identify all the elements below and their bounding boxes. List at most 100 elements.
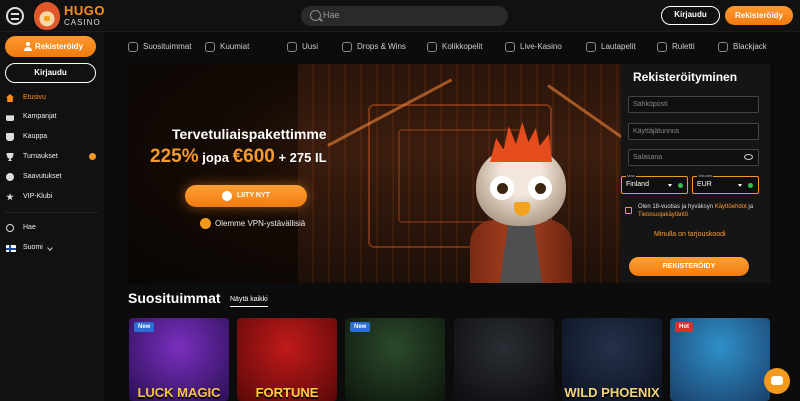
sidebar-item-achievements[interactable]: Saavutukset	[0, 168, 104, 186]
tab-popular[interactable]: Suosituimmat	[128, 37, 191, 57]
promo-code-link[interactable]: Minulla on tarjouskoodi	[654, 231, 726, 238]
currency-select[interactable]: Valuutta EUR	[692, 173, 759, 194]
offer-extra: + 275 IL	[274, 150, 327, 165]
game-tile[interactable]: Hot	[670, 318, 770, 401]
logo-bird-icon	[34, 2, 60, 30]
terms-checkbox[interactable]	[625, 207, 632, 214]
top-bar: HUGO CASINO Hae Kirjaudu Rekisteröidy	[0, 0, 800, 32]
registration-submit-button[interactable]: REKISTERÖIDY	[629, 257, 749, 276]
tab-roulette[interactable]: Ruletti	[657, 37, 695, 57]
finland-flag-icon	[6, 245, 16, 252]
sidebar-item-label: Etusivu	[23, 94, 46, 101]
password-field[interactable]: Salasana	[628, 149, 759, 166]
mascot-eye	[490, 176, 514, 200]
game-tile[interactable]: FORTUNE	[237, 318, 337, 401]
logo-subtext: CASINO	[64, 18, 101, 27]
user-icon	[222, 191, 232, 201]
tab-drops-wins[interactable]: Drops & Wins	[342, 37, 406, 57]
tab-blackjack[interactable]: Blackjack	[718, 37, 767, 57]
join-now-label: LIITY NYT	[237, 192, 270, 199]
sidebar-item-vip[interactable]: VIP-Klubi	[0, 188, 104, 206]
tab-label: Ruletti	[672, 42, 695, 51]
tab-hot[interactable]: Kuumiat	[205, 37, 249, 57]
slots-icon	[427, 42, 437, 52]
sidebar-register-button[interactable]: Rekisteröidy	[5, 36, 96, 57]
vip-icon	[6, 193, 14, 201]
view-all-link[interactable]: Näytä kaikki	[230, 296, 268, 307]
logo[interactable]: HUGO CASINO	[34, 2, 105, 30]
country-select[interactable]: Maa Finland	[621, 173, 688, 194]
tab-table-games[interactable]: Lautapelit	[586, 37, 636, 57]
game-title: LUCK MAGIC	[137, 385, 221, 400]
sidebar-item-home[interactable]: Etusivu	[0, 89, 104, 107]
login-button[interactable]: Kirjaudu	[661, 6, 720, 25]
valid-status-icon	[748, 183, 753, 188]
tab-slots[interactable]: Kolikkopelit	[427, 37, 482, 57]
country-label: Maa	[626, 173, 636, 178]
sidebar-item-label: Kauppa	[23, 133, 48, 140]
currency-label: Valuutta	[697, 173, 714, 178]
chat-icon[interactable]	[764, 368, 790, 394]
notification-dot	[89, 153, 96, 160]
tab-label: Live-Kasino	[520, 42, 562, 51]
eye-icon[interactable]	[744, 154, 753, 160]
username-field[interactable]: Käyttäjätunnus	[628, 123, 759, 140]
tab-label: Lautapelit	[601, 42, 636, 51]
hot-badge: Hot	[675, 322, 693, 332]
tab-label: Suosituimmat	[143, 42, 192, 51]
sidebar-item-promotions[interactable]: Kampanjat	[0, 108, 104, 126]
roulette-icon	[657, 42, 667, 52]
terms-link[interactable]: Käyttöehdot	[715, 204, 747, 210]
popular-icon	[128, 42, 138, 52]
sidebar-item-label: Turnaukset	[23, 153, 58, 160]
tab-label: Kuumiat	[220, 42, 250, 51]
game-title: WILD PHOENIX	[564, 385, 660, 400]
sidebar-item-search[interactable]: Hae	[0, 219, 104, 237]
drops-icon	[342, 42, 352, 52]
new-badge: New	[350, 322, 371, 332]
offer-percent: 225%	[150, 146, 199, 167]
game-tile[interactable]	[454, 318, 554, 401]
menu-toggle-icon[interactable]	[6, 7, 24, 25]
search-icon	[6, 224, 14, 232]
chevron-down-icon	[47, 245, 53, 251]
hero-banner[interactable]: Tervetuliaispakettimme 225% jopa €600 + …	[128, 64, 621, 283]
sidebar-item-tournaments[interactable]: Turnaukset	[0, 148, 104, 166]
fire-icon	[205, 42, 215, 52]
valid-status-icon	[678, 183, 683, 188]
sidebar-item-shop[interactable]: Kauppa	[0, 128, 104, 146]
offer-amount: €600	[232, 146, 275, 167]
mascot-beak	[514, 202, 530, 216]
sidebar-login-button[interactable]: Kirjaudu	[5, 63, 96, 83]
logo-text: HUGO	[64, 3, 105, 18]
mascot-eye	[528, 176, 552, 200]
popular-section-title: Suosituimmat	[128, 290, 221, 306]
sidebar-item-label: Kampanjat	[23, 113, 57, 120]
home-icon	[6, 94, 14, 102]
search-input[interactable]: Hae	[301, 6, 508, 26]
username-placeholder: Käyttäjätunnus	[633, 128, 680, 135]
email-field[interactable]: Sähköposti	[628, 96, 759, 113]
password-placeholder: Salasana	[633, 154, 663, 161]
terms-prefix: Olen 18-vuotias ja hyväksyn	[638, 204, 715, 210]
gift-icon	[6, 115, 14, 121]
tab-label: Kolikkopelit	[442, 42, 483, 51]
search-icon	[310, 10, 321, 21]
privacy-link[interactable]: Tietosuojakäytäntö	[638, 212, 688, 218]
registration-panel: Rekisteröityminen Sähköposti Käyttäjätun…	[621, 64, 770, 283]
mascot-hair	[490, 122, 552, 162]
game-tile[interactable]: New	[345, 318, 445, 401]
register-button[interactable]: Rekisteröidy	[725, 6, 793, 25]
medal-icon	[6, 173, 14, 181]
new-icon	[287, 42, 297, 52]
offer-mid: jopa	[198, 150, 233, 165]
game-tile[interactable]: WILD PHOENIX	[562, 318, 662, 401]
join-now-button[interactable]: LIITY NYT	[185, 185, 307, 207]
game-tile[interactable]: New LUCK MAGIC	[129, 318, 229, 401]
sidebar-item-label: VIP-Klubi	[23, 193, 53, 200]
sidebar: Rekisteröidy Kirjaudu Etusivu Kampanjat …	[0, 32, 104, 401]
tab-label: Blackjack	[733, 42, 767, 51]
tab-live-casino[interactable]: Live-Kasino	[505, 37, 562, 57]
language-selector[interactable]: Suomi	[0, 239, 104, 257]
tab-new[interactable]: Uusi	[287, 37, 318, 57]
